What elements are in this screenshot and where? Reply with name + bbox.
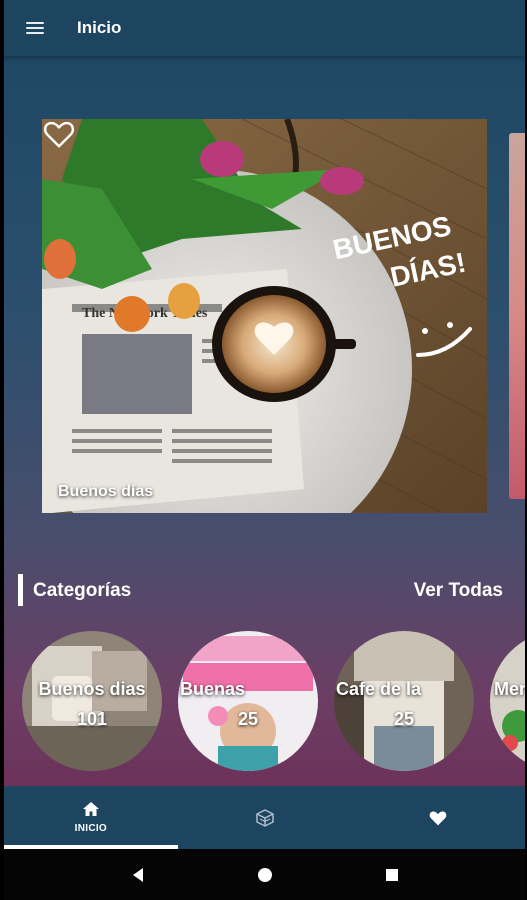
category-label: Cafe de la (336, 679, 422, 699)
categories-heading: Categorías (33, 580, 132, 601)
category-label: Buenas (180, 679, 246, 699)
category-thumbnail (334, 631, 474, 771)
page-title: Inicio (77, 18, 122, 37)
category-count: 25 (237, 709, 259, 729)
categories-cube-icon (255, 808, 274, 827)
nav-tab-home-label: INICIO (74, 823, 108, 834)
category-label: Buenos dias (38, 679, 146, 699)
category-item[interactable]: Buenas 25 (178, 631, 318, 771)
app-bar: Inicio (4, 0, 525, 56)
category-thumbnail (490, 631, 525, 771)
back-button[interactable] (126, 863, 150, 887)
featured-image-caption: Buenos días (58, 483, 154, 500)
featured-image: The New York Times BUENOS DÍAS! (42, 119, 487, 513)
menu-icon[interactable] (26, 21, 44, 35)
see-all-link[interactable]: Ver Todas (414, 580, 503, 602)
category-count: 101 (76, 709, 108, 729)
category-item[interactable]: Cafe de la 25 (334, 631, 474, 771)
bottom-navigation: INICIO (4, 786, 525, 849)
home-button[interactable] (253, 863, 277, 887)
nav-tab-favorites[interactable] (351, 786, 525, 849)
home-circle-icon (257, 867, 272, 882)
system-navigation-bar (4, 849, 525, 900)
back-icon (132, 867, 143, 882)
recents-button[interactable] (380, 863, 404, 887)
recents-icon (385, 868, 398, 881)
category-item[interactable]: Buenos dias 101 (22, 631, 162, 771)
home-icon (82, 802, 99, 816)
app-screen: Inicio The York BUENOS DÍAS! Buenos días… (4, 0, 525, 900)
category-item[interactable]: Mer (490, 631, 525, 771)
next-featured-card-peek[interactable] (509, 133, 525, 499)
nav-tab-categories[interactable] (178, 786, 352, 849)
category-thumbnail (178, 631, 318, 771)
category-label: Mer (494, 679, 525, 699)
category-thumbnail (22, 631, 162, 771)
section-accent-bar (18, 574, 23, 606)
featured-image-card[interactable]: The New York Times BUENOS DÍAS! (42, 119, 487, 513)
heart-icon (429, 810, 447, 825)
category-count: 25 (393, 709, 415, 729)
heart-outline-icon[interactable] (42, 119, 76, 149)
nav-tab-home[interactable]: INICIO (4, 786, 178, 849)
